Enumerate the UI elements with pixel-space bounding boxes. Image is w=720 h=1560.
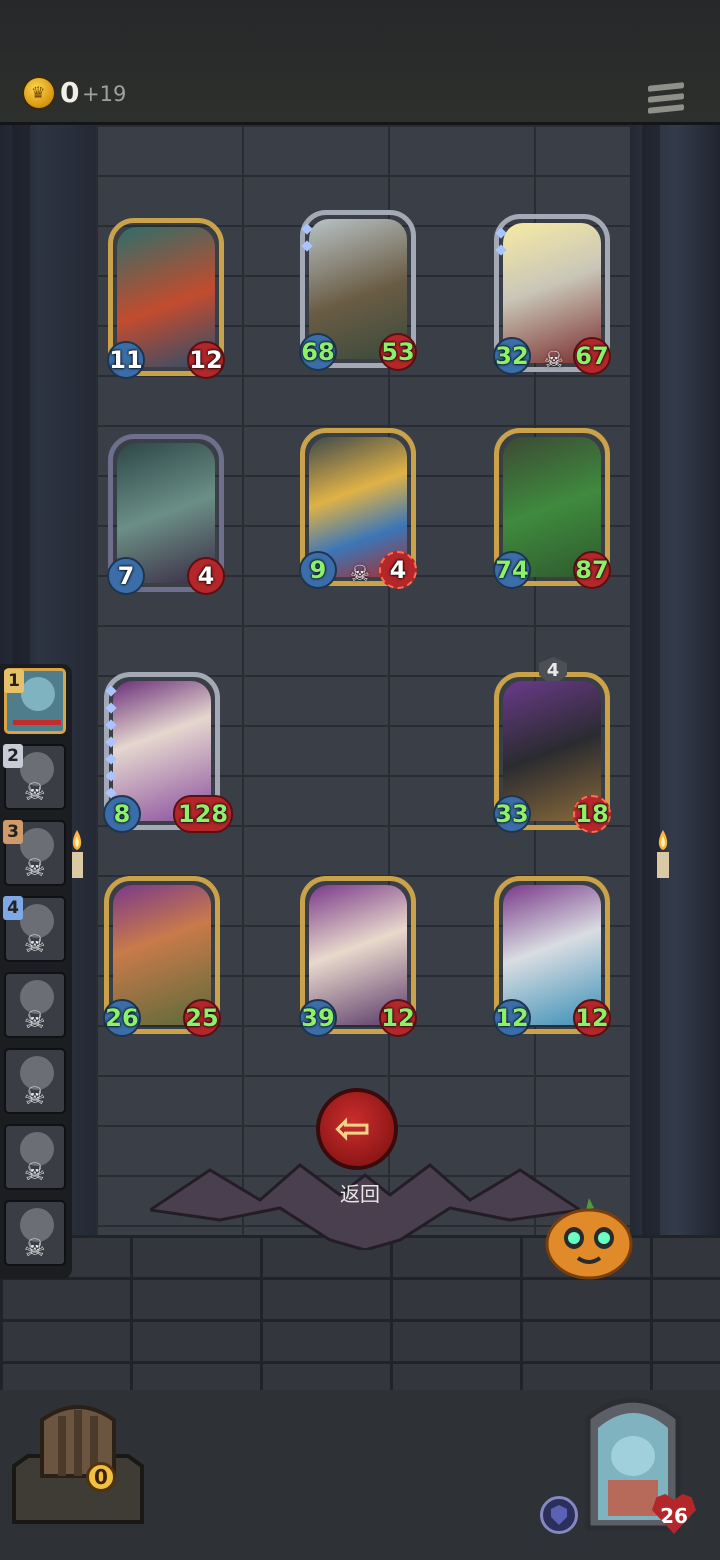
minion-card-4[interactable]: 7 4 <box>107 434 225 595</box>
health-value: 53 <box>379 333 417 371</box>
minion-card-6[interactable]: 74 87 <box>493 428 611 589</box>
minion-card-1[interactable]: 11 12 <box>107 218 225 379</box>
eliminated-skull-icon: ☠ <box>24 1158 46 1186</box>
opponent-rank: 3 <box>3 820 23 844</box>
attack-value: 39 <box>299 999 337 1037</box>
top-bar: 0 +19 <box>0 0 720 125</box>
eliminated-skull-icon: ☠ <box>24 778 46 806</box>
menu-icon[interactable] <box>648 82 684 118</box>
hero-armor-icon <box>540 1496 578 1534</box>
minion-card-8[interactable]: 4 33 18 <box>493 657 611 833</box>
opponent-health-bar <box>13 720 61 725</box>
health-value: 4 <box>379 551 417 589</box>
eliminated-skull-icon: ☠ <box>24 1006 46 1034</box>
attack-value: 11 <box>107 341 145 379</box>
health-value: 25 <box>183 999 221 1037</box>
deathrattle-skull-icon: ☠ <box>544 348 564 373</box>
attack-value: 9 <box>299 551 337 589</box>
eliminated-skull-icon: ☠ <box>24 854 46 882</box>
opponent-slot-6[interactable]: ☠ <box>4 1048 66 1114</box>
opponent-avatar <box>21 677 55 711</box>
eliminated-skull-icon: ☠ <box>24 1082 46 1110</box>
health-value: 12 <box>573 999 611 1037</box>
opponent-rank: 2 <box>3 744 23 768</box>
opponent-rank: 4 <box>3 896 23 920</box>
back-button[interactable]: ⇦ <box>316 1088 398 1170</box>
opponent-slot-5[interactable]: ☠ <box>4 972 66 1038</box>
minion-card-10[interactable]: 39 12 <box>299 876 417 1037</box>
minion-card-7[interactable]: 8 128 <box>103 672 233 833</box>
health-value: 12 <box>187 341 225 379</box>
treasure-chest-icon[interactable] <box>8 1396 148 1530</box>
attack-value: 74 <box>493 551 531 589</box>
minion-card-11[interactable]: 12 12 <box>493 876 611 1037</box>
arrow-left-icon: ⇦ <box>334 1103 371 1154</box>
health-value: 18 <box>573 795 611 833</box>
attack-value: 26 <box>103 999 141 1037</box>
eliminated-skull-icon: ☠ <box>24 1234 46 1262</box>
attack-value: 32 <box>493 337 531 375</box>
candle-right-icon <box>657 830 669 878</box>
attack-value: 8 <box>103 795 141 833</box>
opponent-slot-7[interactable]: ☠ <box>4 1124 66 1190</box>
health-value: 87 <box>573 551 611 589</box>
chest-count: 0 <box>86 1462 116 1492</box>
right-pillar <box>630 125 720 1235</box>
opponent-slot-2[interactable]: 2 ☠ <box>3 744 66 810</box>
eliminated-skull-icon: ☠ <box>24 930 46 958</box>
opponent-list: 1 2 ☠ 3 ☠ 4 ☠ ☠ ☠ ☠ ☠ <box>0 664 72 1279</box>
gem-markers <box>105 685 117 806</box>
attack-value: 12 <box>493 999 531 1037</box>
minion-card-3[interactable]: 32 ☠ 67 <box>493 214 611 375</box>
opponent-slot-3[interactable]: 3 ☠ <box>3 820 66 886</box>
minion-card-9[interactable]: 26 25 <box>103 876 221 1037</box>
opponent-slot-1[interactable]: 1 <box>4 668 66 734</box>
gold-coin-icon <box>24 78 54 108</box>
minion-card-2[interactable]: 68 53 <box>299 210 417 371</box>
health-value: 4 <box>187 557 225 595</box>
back-label: 返回 <box>340 1182 380 1206</box>
gem-markers <box>495 227 507 263</box>
minion-card-5[interactable]: 9 ☠ 4 <box>299 428 417 589</box>
deathrattle-skull-icon: ☠ <box>350 562 370 587</box>
opponent-slot-8[interactable]: ☠ <box>4 1200 66 1266</box>
health-value: 12 <box>379 999 417 1037</box>
attack-value: 68 <box>299 333 337 371</box>
health-value: 67 <box>573 337 611 375</box>
gold-income: +19 <box>82 82 127 106</box>
attack-value: 33 <box>493 795 531 833</box>
opponent-slot-4[interactable]: 4 ☠ <box>3 896 66 962</box>
gold-amount: 0 <box>60 76 80 109</box>
opponent-rank: 1 <box>4 669 24 693</box>
health-value: 128 <box>173 795 233 833</box>
pumpkin-icon[interactable] <box>544 1194 634 1280</box>
attack-value: 7 <box>107 557 145 595</box>
gem-markers <box>301 223 313 259</box>
